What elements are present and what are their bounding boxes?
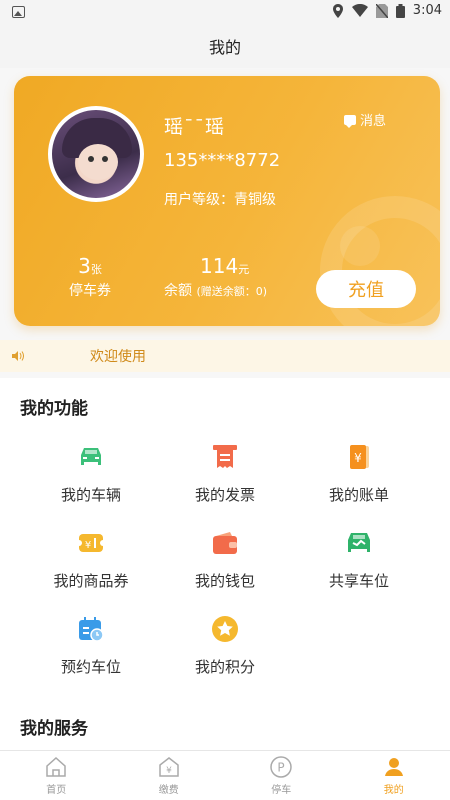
shared-parking-icon [348, 533, 370, 552]
payment-icon: ¥ [159, 757, 179, 777]
profile-card[interactable]: 瑶¯¯瑶 135****8772 用户等级：青铜级 消息 3张 停车券 114元… [14, 76, 440, 326]
message-icon [344, 114, 356, 128]
tab-label: 我的 [383, 785, 404, 796]
card-decoration-dot [340, 226, 380, 266]
points-icon [212, 616, 238, 642]
grid-item-my-wallet[interactable]: 我的钱包 [165, 528, 285, 591]
grid-item-label: 我的商品券 [53, 572, 129, 590]
battery-icon [395, 3, 405, 18]
functions-section: 我的功能 我的车辆 我的发票 ¥ 我的账单 ¥ 我的商品券 我的钱包 共享车位 … [0, 378, 450, 700]
functions-title: 我的功能 [20, 399, 88, 419]
svg-text:P: P [278, 761, 285, 775]
username: 瑶¯¯瑶 [164, 116, 226, 138]
balance-stat[interactable]: 114元 余额 (赠送余额：0) [164, 254, 304, 300]
tab-profile[interactable]: 我的 [338, 751, 450, 800]
tab-label: 首页 [46, 785, 67, 796]
balance-value: 114 [200, 254, 239, 278]
message-button[interactable]: 消息 [344, 110, 386, 129]
parking-coupons-stat[interactable]: 3张 停车券 [50, 254, 130, 300]
bottom-tab-bar: 首页 ¥ 缴费 P 停车 我的 [0, 750, 450, 800]
bill-icon: ¥ [350, 445, 369, 469]
svg-text:¥: ¥ [354, 451, 362, 465]
balance-label: 余额 [164, 283, 192, 299]
services-section: 我的服务 [0, 700, 450, 750]
services-title: 我的服务 [20, 719, 88, 739]
notice-text: 欢迎使用 [90, 349, 146, 365]
tab-label: 停车 [271, 785, 292, 796]
page-header: 我的 [0, 24, 450, 68]
grid-item-label: 我的账单 [328, 486, 389, 504]
grid-item-label: 共享车位 [328, 572, 389, 590]
wallet-icon [213, 532, 237, 554]
grid-item-label: 我的车辆 [60, 486, 121, 504]
grid-item-my-points[interactable]: 我的积分 [165, 614, 285, 677]
svg-text:¥: ¥ [166, 766, 172, 776]
home-icon [46, 756, 66, 777]
voucher-icon: ¥ [76, 534, 106, 552]
grid-item-label: 我的积分 [194, 658, 255, 676]
user-level: 用户等级：青铜级 [164, 192, 276, 208]
recharge-button[interactable]: 充值 [316, 270, 416, 308]
tab-payment[interactable]: ¥ 缴费 [113, 751, 226, 800]
no-sim-icon [375, 3, 388, 18]
grid-item-my-vouchers[interactable]: ¥ 我的商品券 [31, 528, 151, 591]
wifi-icon [351, 3, 368, 17]
tab-parking[interactable]: P 停车 [225, 751, 338, 800]
location-icon [332, 3, 343, 18]
coupons-label: 停车券 [69, 283, 111, 299]
gallery-notification-icon [12, 6, 25, 18]
avatar[interactable] [48, 106, 144, 202]
tab-label: 缴费 [158, 785, 179, 796]
svg-text:¥: ¥ [85, 540, 91, 551]
grid-item-my-invoices[interactable]: 我的发票 [165, 442, 285, 505]
grid-item-shared-parking[interactable]: 共享车位 [299, 528, 419, 591]
status-time: 3:04 [412, 3, 442, 18]
coupons-count: 3 [78, 254, 91, 278]
grid-item-my-vehicles[interactable]: 我的车辆 [31, 442, 151, 505]
car-icon [81, 448, 101, 465]
gift-balance: (赠送余额：0) [196, 285, 268, 298]
status-bar: 3:04 [0, 0, 450, 24]
grid-item-my-bills[interactable]: ¥ 我的账单 [299, 442, 419, 505]
coupons-unit: 张 [90, 263, 102, 276]
grid-item-reserve-parking[interactable]: 预约车位 [31, 614, 151, 677]
parking-icon: P [270, 756, 292, 778]
balance-unit: 元 [238, 263, 250, 276]
page-title: 我的 [208, 38, 241, 57]
grid-item-label: 我的发票 [194, 486, 255, 504]
grid-item-label: 我的钱包 [194, 572, 255, 590]
reserve-parking-icon [79, 617, 104, 642]
tab-home[interactable]: 首页 [0, 751, 113, 800]
message-label: 消息 [360, 114, 387, 129]
invoice-icon [213, 445, 237, 468]
speaker-icon [12, 351, 24, 361]
grid-item-label: 预约车位 [60, 658, 121, 676]
notice-bar: 欢迎使用 [0, 340, 450, 372]
profile-icon [384, 758, 403, 776]
phone-number: 135****8772 [164, 150, 281, 171]
